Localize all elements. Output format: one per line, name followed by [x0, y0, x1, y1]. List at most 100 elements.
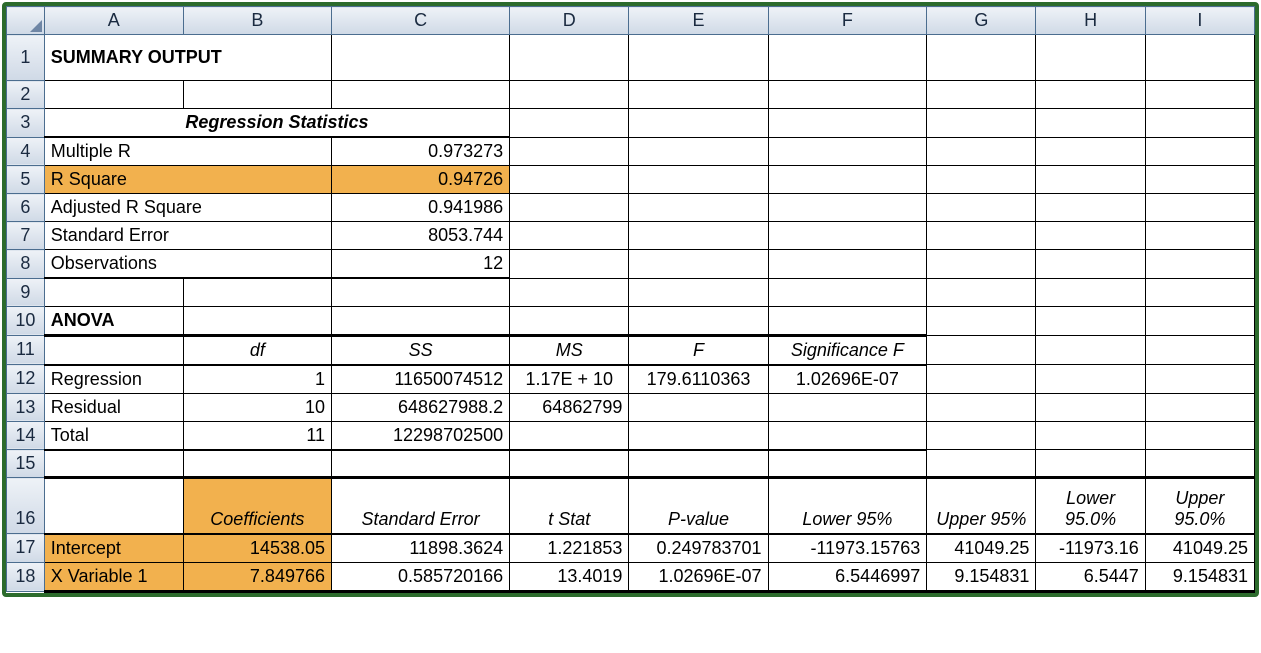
- cell[interactable]: [510, 166, 629, 194]
- cell-stderr-value[interactable]: 8053.744: [332, 222, 510, 250]
- cell[interactable]: [1036, 393, 1145, 421]
- cell-x1-label[interactable]: X Variable 1: [44, 562, 183, 591]
- row-header-16[interactable]: 16: [7, 478, 45, 534]
- cell-x1-hi2[interactable]: 9.154831: [1145, 562, 1254, 591]
- cell[interactable]: [1036, 35, 1145, 81]
- cell[interactable]: [1036, 306, 1145, 335]
- col-header-H[interactable]: H: [1036, 7, 1145, 35]
- cell[interactable]: [510, 137, 629, 166]
- cell-intercept-lo[interactable]: -11973.15763: [768, 534, 927, 563]
- row-header-6[interactable]: 6: [7, 194, 45, 222]
- cell-anova-hdr-ms[interactable]: MS: [510, 335, 629, 365]
- row-header-10[interactable]: 10: [7, 306, 45, 335]
- cell-coef-hdr-se[interactable]: Standard Error: [332, 478, 510, 534]
- row-header-5[interactable]: 5: [7, 166, 45, 194]
- cell-obs-value[interactable]: 12: [332, 250, 510, 279]
- cell[interactable]: [1145, 109, 1254, 138]
- cell-anova-hdr-sigf[interactable]: Significance F: [768, 335, 927, 365]
- cell-obs-label[interactable]: Observations: [44, 250, 331, 279]
- cell[interactable]: [629, 250, 768, 279]
- cell-intercept-coef[interactable]: 14538.05: [183, 534, 331, 563]
- cell-intercept-se[interactable]: 11898.3624: [332, 534, 510, 563]
- cell[interactable]: [332, 81, 510, 109]
- col-header-F[interactable]: F: [768, 7, 927, 35]
- spreadsheet-grid[interactable]: A B C D E F G H I 1 SUMMARY OUTPUT 2 3 R…: [6, 6, 1255, 593]
- cell[interactable]: [927, 421, 1036, 450]
- cell-anova-reg-ss[interactable]: 11650074512: [332, 365, 510, 394]
- cell-x1-lo2[interactable]: 6.5447: [1036, 562, 1145, 591]
- cell[interactable]: [629, 35, 768, 81]
- cell-rsquare-label[interactable]: R Square: [44, 166, 331, 194]
- cell[interactable]: [927, 365, 1036, 394]
- col-header-D[interactable]: D: [510, 7, 629, 35]
- cell[interactable]: [44, 81, 183, 109]
- cell[interactable]: [1145, 450, 1254, 478]
- cell-anova-reg-label[interactable]: Regression: [44, 365, 183, 394]
- col-header-B[interactable]: B: [183, 7, 331, 35]
- cell[interactable]: [1145, 250, 1254, 279]
- col-header-E[interactable]: E: [629, 7, 768, 35]
- row-header-14[interactable]: 14: [7, 421, 45, 450]
- cell[interactable]: [510, 450, 629, 478]
- cell-x1-p[interactable]: 1.02696E-07: [629, 562, 768, 591]
- cell-anova-reg-f[interactable]: 179.6110363: [629, 365, 768, 394]
- cell-coef-hdr-coef[interactable]: Coefficients: [183, 478, 331, 534]
- cell[interactable]: [44, 335, 183, 365]
- cell-multiple-r-label[interactable]: Multiple R: [44, 137, 331, 166]
- cell-anova-res-ss[interactable]: 648627988.2: [332, 393, 510, 421]
- cell-intercept-lo2[interactable]: -11973.16: [1036, 534, 1145, 563]
- row-header-18[interactable]: 18: [7, 562, 45, 591]
- col-header-I[interactable]: I: [1145, 7, 1254, 35]
- cell-anova-tot-label[interactable]: Total: [44, 421, 183, 450]
- cell[interactable]: [768, 194, 927, 222]
- cell[interactable]: [1145, 35, 1254, 81]
- cell-adjrsq-label[interactable]: Adjusted R Square: [44, 194, 331, 222]
- cell[interactable]: [927, 35, 1036, 81]
- cell-x1-coef[interactable]: 7.849766: [183, 562, 331, 591]
- cell[interactable]: [927, 222, 1036, 250]
- cell[interactable]: [1036, 222, 1145, 250]
- cell[interactable]: [1036, 335, 1145, 365]
- cell-summary-title[interactable]: SUMMARY OUTPUT: [44, 35, 331, 81]
- cell[interactable]: [768, 278, 927, 306]
- cell[interactable]: [927, 335, 1036, 365]
- cell[interactable]: [1036, 250, 1145, 279]
- cell-anova-reg-ms[interactable]: 1.17E + 10: [510, 365, 629, 394]
- cell[interactable]: [927, 450, 1036, 478]
- row-header-9[interactable]: 9: [7, 278, 45, 306]
- cell[interactable]: [44, 478, 183, 534]
- cell-coef-hdr-p[interactable]: P-value: [629, 478, 768, 534]
- cell[interactable]: [44, 450, 183, 478]
- cell[interactable]: [629, 222, 768, 250]
- cell[interactable]: [1145, 365, 1254, 394]
- cell[interactable]: [768, 222, 927, 250]
- cell[interactable]: [510, 421, 629, 450]
- cell[interactable]: [927, 137, 1036, 166]
- cell-intercept-t[interactable]: 1.221853: [510, 534, 629, 563]
- cell[interactable]: [927, 81, 1036, 109]
- cell[interactable]: [629, 194, 768, 222]
- cell-stderr-label[interactable]: Standard Error: [44, 222, 331, 250]
- cell-intercept-label[interactable]: Intercept: [44, 534, 183, 563]
- cell-coef-hdr-hi2[interactable]: Upper 95.0%: [1145, 478, 1254, 534]
- cell[interactable]: [1145, 393, 1254, 421]
- cell[interactable]: [629, 421, 768, 450]
- cell[interactable]: [1036, 137, 1145, 166]
- cell[interactable]: [768, 393, 927, 421]
- cell-x1-lo[interactable]: 6.5446997: [768, 562, 927, 591]
- row-header-17[interactable]: 17: [7, 534, 45, 563]
- cell[interactable]: [510, 278, 629, 306]
- cell[interactable]: [768, 450, 927, 478]
- cell[interactable]: [629, 278, 768, 306]
- cell[interactable]: [1036, 166, 1145, 194]
- cell[interactable]: [332, 35, 510, 81]
- row-header-1[interactable]: 1: [7, 35, 45, 81]
- cell[interactable]: [1036, 421, 1145, 450]
- cell[interactable]: [629, 137, 768, 166]
- row-header-2[interactable]: 2: [7, 81, 45, 109]
- cell[interactable]: [1145, 137, 1254, 166]
- cell[interactable]: [183, 278, 331, 306]
- cell-coef-hdr-t[interactable]: t Stat: [510, 478, 629, 534]
- cell[interactable]: [1036, 365, 1145, 394]
- cell[interactable]: [768, 35, 927, 81]
